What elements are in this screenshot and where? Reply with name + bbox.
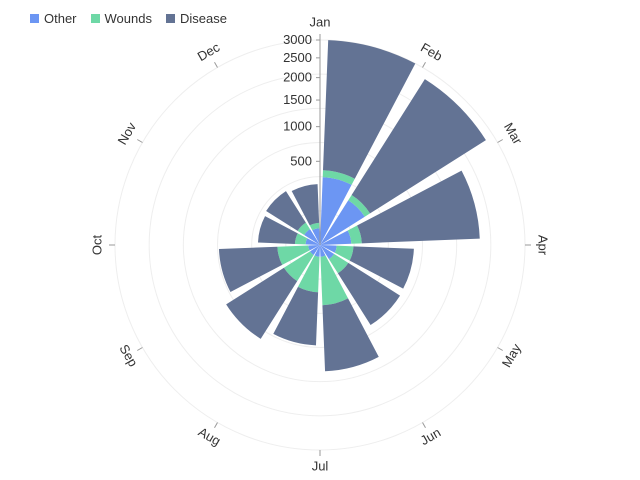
month-tick [422, 422, 426, 428]
month-label-sep: Sep [116, 342, 141, 370]
radial-tick-label: 1000 [283, 119, 312, 134]
month-tick [214, 422, 218, 428]
month-label-nov: Nov [115, 119, 140, 147]
month-label-apr: Apr [536, 235, 551, 256]
month-tick [214, 62, 218, 68]
month-label-may: May [499, 341, 525, 370]
month-label-oct: Oct [89, 235, 104, 256]
month-tick [422, 62, 426, 68]
bars [218, 40, 486, 372]
month-label-jan: Jan [310, 14, 331, 29]
polar-chart: 500 1000 1500 2000 2500 3000 Jan Feb Mar Apr May J… [89, 14, 551, 473]
month-tick [497, 139, 503, 143]
month-label-dec: Dec [195, 39, 223, 64]
radial-tick-label: 2000 [283, 70, 312, 85]
month-tick [497, 347, 503, 351]
month-label-aug: Aug [196, 424, 224, 449]
month-label-jun: Jun [418, 425, 444, 448]
month-tick [137, 139, 143, 143]
month-label-mar: Mar [501, 120, 526, 147]
radial-tick-label: 1500 [283, 92, 312, 107]
month-label-jul: Jul [312, 458, 329, 473]
radial-tick-label: 3000 [283, 32, 312, 47]
month-tick [137, 347, 143, 351]
month-label-feb: Feb [418, 40, 445, 64]
radial-tick-label: 2500 [283, 50, 312, 65]
radial-tick-label: 500 [290, 153, 312, 168]
